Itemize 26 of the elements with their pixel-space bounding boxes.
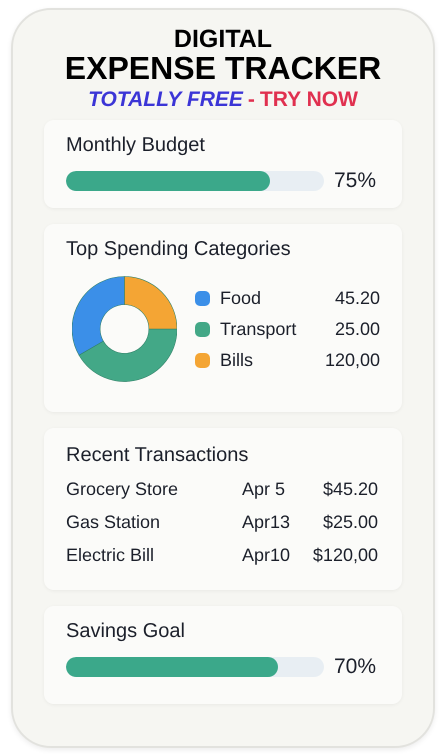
percent-reading: 70% (334, 655, 376, 679)
transaction-date: Apr10 (242, 545, 292, 566)
app-title: DIGITAL (174, 26, 272, 52)
legend-amount: 120,00 (324, 350, 380, 370)
legend-amount: 25.00 (334, 318, 380, 340)
legend-amount: 45.20 (334, 288, 380, 308)
try-now-link[interactable]: TRY NOW (260, 88, 358, 112)
card-title: Top Spending Categories (66, 238, 292, 261)
card-title: Monthly Budget (66, 134, 206, 157)
transaction-amount: $25.00 (322, 512, 378, 533)
card-title: Savings Goal (66, 620, 186, 643)
separator-text: - (248, 88, 255, 112)
card-title: Recent Transactions (66, 444, 250, 467)
transaction-date: Apr 5 (242, 479, 286, 500)
transaction-name: Grocery Store (66, 479, 180, 500)
transaction-date: Apr13 (242, 512, 292, 533)
legend-label: Food (220, 288, 262, 308)
legend-label: Transport (220, 318, 298, 340)
transaction-name: Electric Bill (66, 545, 156, 566)
promo-text: TOTALLY FREE (88, 88, 243, 112)
transaction-name: Gas Station (66, 512, 162, 533)
legend-label: Bills (220, 350, 254, 370)
app-title: EXPENSE TRACKER (64, 52, 382, 84)
percent-reading: 75% (334, 169, 376, 193)
transaction-amount: $120,00 (312, 545, 378, 566)
transaction-amount: $45.20 (322, 479, 378, 500)
